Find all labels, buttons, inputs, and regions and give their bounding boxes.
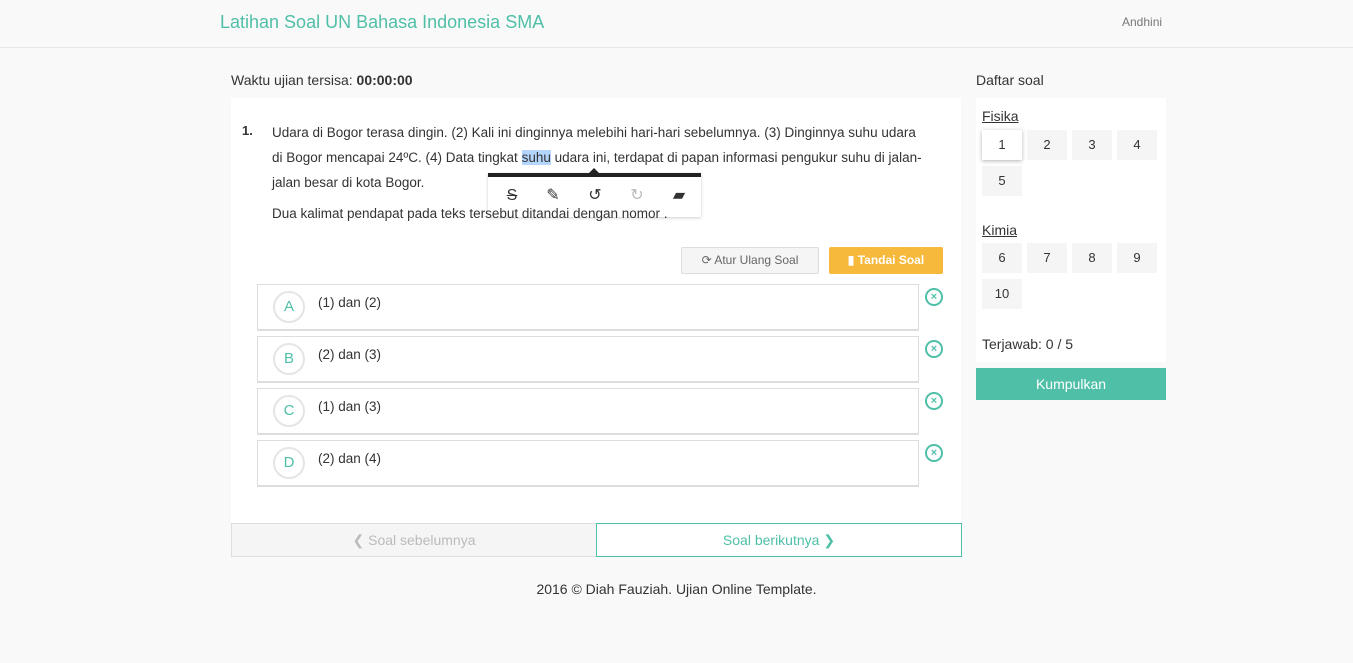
- option-text: (2) dan (4): [318, 451, 382, 466]
- eliminate-option-c-icon[interactable]: ×: [925, 392, 943, 410]
- footer-text: 2016 © Diah Fauziah. Ujian Online Templa…: [536, 581, 817, 597]
- option-letter: C: [273, 395, 305, 427]
- reset-question-button[interactable]: ⟳ Atur Ulang Soal: [681, 247, 819, 274]
- question-number: 1.: [242, 123, 253, 138]
- question-list-panel: Fisika 1 2 3 4 5 Kimia 6 7 8 9 10 Terjaw…: [976, 98, 1166, 362]
- question-nav-5[interactable]: 5: [982, 166, 1022, 196]
- prev-question-button[interactable]: ❮ Soal sebelumnya: [231, 523, 597, 557]
- answered-count: Terjawab: 0 / 5: [982, 336, 1074, 352]
- chevron-left-icon: ❮: [352, 532, 365, 548]
- question-panel: 1. Udara di Bogor terasa dingin. (2) Kal…: [231, 98, 961, 523]
- option-letter: A: [273, 291, 305, 323]
- question-nav-7[interactable]: 7: [1027, 243, 1067, 273]
- exam-timer: Waktu ujian tersisa: 00:00:00: [231, 72, 413, 88]
- question-nav-9[interactable]: 9: [1117, 243, 1157, 273]
- eraser-icon[interactable]: ▰: [669, 186, 689, 206]
- option-text: (1) dan (3): [318, 399, 382, 414]
- bookmark-icon: ▮: [847, 253, 855, 267]
- selected-text: suhu: [521, 150, 551, 165]
- strikethrough-icon[interactable]: S: [502, 186, 522, 206]
- pencil-icon[interactable]: ✎: [543, 186, 563, 206]
- redo-icon[interactable]: ↻: [627, 186, 647, 206]
- question-nav-8[interactable]: 8: [1072, 243, 1112, 273]
- undo-icon[interactable]: ↺: [585, 186, 605, 206]
- question-nav-1[interactable]: 1: [982, 130, 1022, 160]
- toolbar-caret: [588, 168, 600, 174]
- submit-button[interactable]: Kumpulkan: [976, 368, 1166, 400]
- eliminate-option-a-icon[interactable]: ×: [925, 288, 943, 306]
- top-navbar: Latihan Soal UN Bahasa Indonesia SMA And…: [0, 0, 1353, 48]
- timer-value: 00:00:00: [356, 72, 413, 88]
- prev-label: Soal sebelumnya: [368, 532, 476, 548]
- option-text: (1) dan (2): [318, 295, 382, 310]
- question-nav-6[interactable]: 6: [982, 243, 1022, 273]
- option-c[interactable]: C (1) dan (3): [257, 388, 919, 435]
- question-list-title: Daftar soal: [976, 72, 1044, 88]
- eliminate-option-b-icon[interactable]: ×: [925, 340, 943, 358]
- option-letter: B: [273, 343, 305, 375]
- mark-label: Tandai Soal: [857, 253, 925, 267]
- option-d[interactable]: D (2) dan (4): [257, 440, 919, 487]
- category-kimia[interactable]: Kimia: [982, 222, 1017, 238]
- timer-label: Waktu ujian tersisa:: [231, 72, 353, 88]
- eliminate-option-d-icon[interactable]: ×: [925, 444, 943, 462]
- reset-label: Atur Ulang Soal: [714, 253, 799, 267]
- option-b[interactable]: B (2) dan (3): [257, 336, 919, 383]
- question-prompt: Dua kalimat pendapat pada teks tersebut …: [272, 206, 668, 221]
- question-nav-4[interactable]: 4: [1117, 130, 1157, 160]
- option-a[interactable]: A (1) dan (2): [257, 284, 919, 331]
- next-label: Soal berikutnya: [722, 532, 820, 548]
- next-question-button[interactable]: Soal berikutnya ❯: [596, 523, 962, 557]
- app-title[interactable]: Latihan Soal UN Bahasa Indonesia SMA: [220, 12, 544, 33]
- category-fisika[interactable]: Fisika: [982, 108, 1019, 124]
- chevron-right-icon: ❯: [823, 532, 836, 548]
- question-nav-3[interactable]: 3: [1072, 130, 1112, 160]
- question-nav-10[interactable]: 10: [982, 279, 1022, 309]
- option-letter: D: [273, 447, 305, 479]
- question-nav-2[interactable]: 2: [1027, 130, 1067, 160]
- user-name[interactable]: Andhini: [1122, 15, 1162, 29]
- option-text: (2) dan (3): [318, 347, 382, 362]
- refresh-icon: ⟳: [701, 253, 712, 267]
- mark-question-button[interactable]: ▮ Tandai Soal: [829, 247, 943, 274]
